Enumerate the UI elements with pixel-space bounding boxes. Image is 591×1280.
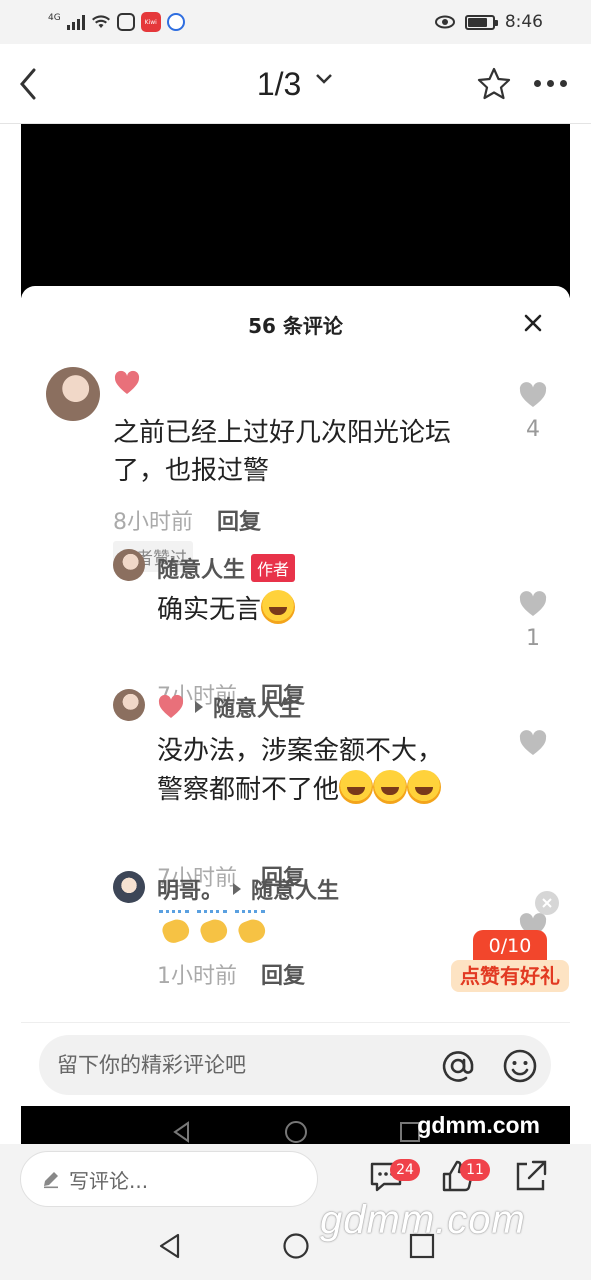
chevron-down-icon	[316, 74, 333, 84]
eye-comfort-icon	[434, 15, 455, 29]
wifi-icon	[91, 15, 110, 28]
emoji-picker-icon[interactable]	[501, 1047, 539, 1085]
reply-author-name: 随意人生	[157, 558, 246, 583]
promo-label: 点赞有好礼	[451, 960, 569, 992]
comment-author[interactable]	[113, 370, 141, 396]
heart-icon	[114, 370, 140, 394]
reply-text-content: 确实无言	[157, 595, 262, 625]
watermark: gdmm.com	[417, 1112, 540, 1138]
share-icon[interactable]	[513, 1158, 549, 1194]
nav-home-icon[interactable]	[282, 1232, 310, 1260]
kiwi-app-label: Kiwi	[144, 18, 157, 26]
kiwi-app-icon: Kiwi	[140, 12, 161, 32]
paw-app-icon	[166, 13, 185, 31]
nav-recents-icon[interactable]	[408, 1232, 436, 1260]
reply-meta: 1小时前 回复	[157, 958, 305, 990]
avatar[interactable]	[113, 549, 145, 581]
likes-badge: 11	[460, 1159, 490, 1181]
avatar[interactable]	[113, 871, 145, 903]
system-navigation-bar: gdmm.com	[0, 1198, 591, 1280]
comment-input-bar	[21, 1022, 570, 1106]
video-player[interactable]	[21, 124, 570, 298]
reply-author[interactable]: 明哥。 随意人生	[157, 873, 339, 905]
reply-text: 没办法，涉案金额不大， 警察都耐不了他	[157, 732, 443, 809]
like-button[interactable]: 1	[513, 590, 553, 651]
laughing-emoji-icon	[339, 770, 374, 804]
reply-text: 确实无言	[157, 590, 296, 629]
reply-text-line: 警察都耐不了他	[157, 775, 340, 805]
promo-count: 0/10	[473, 930, 547, 962]
like-count: 4	[526, 417, 540, 442]
reply-to-name: 随意人生	[213, 697, 302, 722]
reply-author[interactable]: 随意人生 作者	[157, 552, 296, 584]
clapping-emoji-icon	[195, 910, 231, 944]
network-type: 4G	[48, 13, 61, 23]
comment-time: 8小时前	[113, 510, 193, 535]
reply-author-name: 明哥。	[157, 879, 224, 904]
comment-input[interactable]	[57, 1035, 427, 1095]
write-comment-placeholder: 写评论...	[69, 1168, 149, 1193]
status-right: 8:46	[434, 12, 543, 32]
embedded-back-icon	[172, 1121, 189, 1143]
page-indicator-label: 1/3	[256, 66, 302, 102]
comments-badge: 24	[390, 1159, 420, 1181]
reply-text-line: 没办法，涉案金额不大，	[157, 736, 444, 766]
comment-input-pill[interactable]	[39, 1035, 551, 1095]
reply-arrow-icon	[195, 701, 203, 713]
top-nav: 1/3	[0, 44, 591, 124]
status-bar: 4G Kiwi 8:46	[0, 0, 591, 44]
like-heart-icon	[519, 730, 547, 755]
promo-close-button[interactable]	[535, 891, 559, 915]
laughing-emoji-icon	[261, 590, 296, 624]
like-count: 1	[526, 626, 540, 651]
like-heart-icon	[519, 591, 547, 616]
comment-text-line: 之前已经上过好几次阳光论坛	[113, 418, 452, 448]
star-icon[interactable]	[476, 66, 512, 102]
reply-text-line-2: 警察都耐不了他	[157, 770, 443, 809]
comments-title: 56 条评论	[248, 314, 343, 338]
avatar[interactable]	[113, 689, 145, 721]
clapping-emoji-icon	[157, 910, 193, 944]
heart-icon	[158, 694, 184, 718]
reply-to-name: 随意人生	[251, 879, 340, 904]
reply-arrow-icon	[233, 883, 242, 895]
reply-text	[157, 910, 271, 955]
close-icon[interactable]	[522, 312, 544, 334]
embedded-home-icon	[284, 1121, 307, 1143]
like-button[interactable]	[513, 729, 553, 761]
clock: 8:46	[504, 12, 543, 32]
nav-back-icon[interactable]	[156, 1232, 184, 1260]
embedded-nav-strip: gdmm.com	[21, 1106, 570, 1144]
clapping-emoji-icon	[233, 910, 269, 944]
like-reward-promo[interactable]: 0/10 点赞有好礼	[451, 930, 569, 994]
hand-app-icon	[116, 13, 135, 31]
comment-text: 之前已经上过好几次阳光论坛 了，也报过警	[113, 414, 451, 490]
like-button[interactable]: 4	[513, 381, 553, 442]
reply-button[interactable]: 回复	[261, 958, 305, 990]
comments-sheet: 56 条评论 之前已经上过好几次阳光论坛 了，也报过警 8小时前 回复 作者赞过…	[21, 286, 570, 1026]
battery-icon	[464, 14, 498, 30]
comment-text-line: 了，也报过警	[113, 456, 270, 486]
author-tag: 作者	[251, 554, 296, 582]
reply-time: 1小时前	[157, 964, 237, 989]
laughing-emoji-icon	[407, 770, 442, 804]
reply-button[interactable]: 回复	[217, 504, 261, 536]
laughing-emoji-icon	[373, 770, 408, 804]
signal-icon	[66, 14, 85, 30]
like-heart-icon	[519, 382, 547, 407]
reply-author[interactable]: 随意人生	[157, 691, 301, 723]
more-options-icon[interactable]	[534, 80, 567, 87]
pencil-icon	[44, 1172, 58, 1189]
write-comment-box[interactable]: 写评论...	[20, 1151, 318, 1207]
avatar[interactable]	[46, 367, 100, 421]
close-icon	[542, 898, 552, 908]
comment-meta: 8小时前 回复	[113, 504, 261, 536]
status-left: 4G Kiwi	[48, 12, 185, 32]
mention-icon[interactable]	[439, 1047, 477, 1085]
